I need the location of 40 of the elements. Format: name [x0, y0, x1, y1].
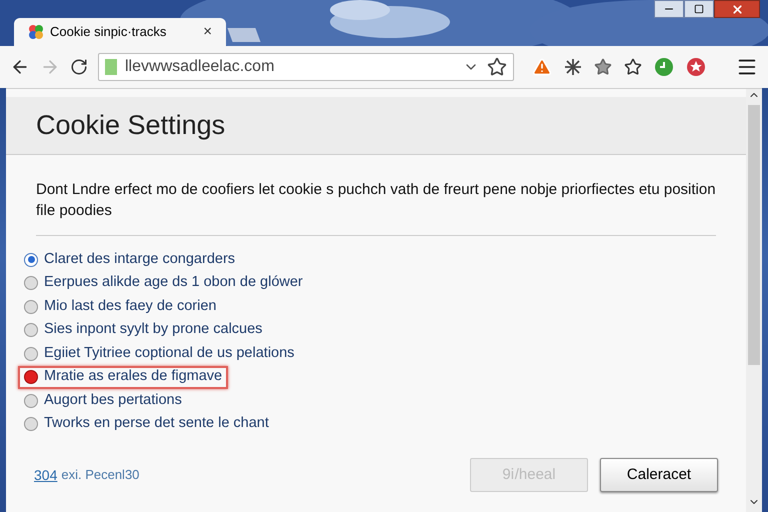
star-outline-icon[interactable] — [624, 58, 642, 76]
tab-title: Cookie sinpic·tracks — [50, 23, 168, 42]
radio-button[interactable] — [24, 394, 38, 408]
radio-button[interactable] — [24, 300, 38, 314]
radio-button[interactable] — [24, 276, 38, 290]
option-label: Egiiet Tyitriee coptional de us pelations — [44, 344, 294, 363]
clock-icon[interactable] — [654, 57, 674, 77]
radio-button[interactable] — [24, 252, 38, 267]
option-label: Mratie as erales de figmave — [44, 367, 222, 386]
bookmark-star-icon[interactable] — [487, 57, 507, 77]
address-field[interactable]: llevwwsadleelac.com — [98, 53, 514, 81]
option-label: Augort bes pertations — [44, 390, 182, 410]
footer-link[interactable]: 304 — [34, 464, 58, 486]
tab-close-button[interactable]: × — [203, 20, 212, 44]
favicon-icon — [28, 24, 44, 40]
radio-button[interactable] — [24, 417, 38, 432]
star-icon[interactable] — [594, 58, 612, 76]
dialog-button[interactable]: Caleracet — [600, 458, 718, 492]
maximize-icon — [694, 4, 704, 14]
option-label: Sies inpont syylt by prone calcues — [44, 320, 262, 340]
option-label: Tworks en perse det sente le chant — [44, 414, 269, 434]
radio-button[interactable] — [24, 323, 38, 338]
page-icon — [105, 59, 117, 75]
radio-button[interactable] — [24, 370, 38, 384]
warning-icon[interactable] — [532, 57, 552, 77]
close-button[interactable] — [714, 0, 760, 18]
spark-icon[interactable] — [564, 58, 582, 76]
star-badge-icon[interactable] — [686, 57, 706, 77]
page-title: Cookie Settings — [36, 109, 226, 142]
option-label: Eerpues alikde age ds 1 obon de glówer — [44, 273, 303, 292]
radio-button[interactable] — [24, 346, 38, 361]
url-text: llevwwsadleelac.com — [125, 57, 276, 77]
maximize-button[interactable] — [684, 0, 714, 18]
close-icon — [730, 2, 744, 16]
description-text: Dont Lndre erfect mo de coofiers let cookie s puchch vath de freurt pene nobje priorfiectes etu position file poodies — [36, 180, 716, 221]
option-label: Mio last des faey de corien — [44, 296, 216, 316]
option-label: Claret des intarge congarders — [44, 250, 236, 269]
reload-icon[interactable] — [70, 58, 88, 76]
browser-tab[interactable]: Cookie sinpic·tracks × — [14, 18, 226, 46]
footer-text: exi. Pecenl30 — [61, 466, 140, 484]
